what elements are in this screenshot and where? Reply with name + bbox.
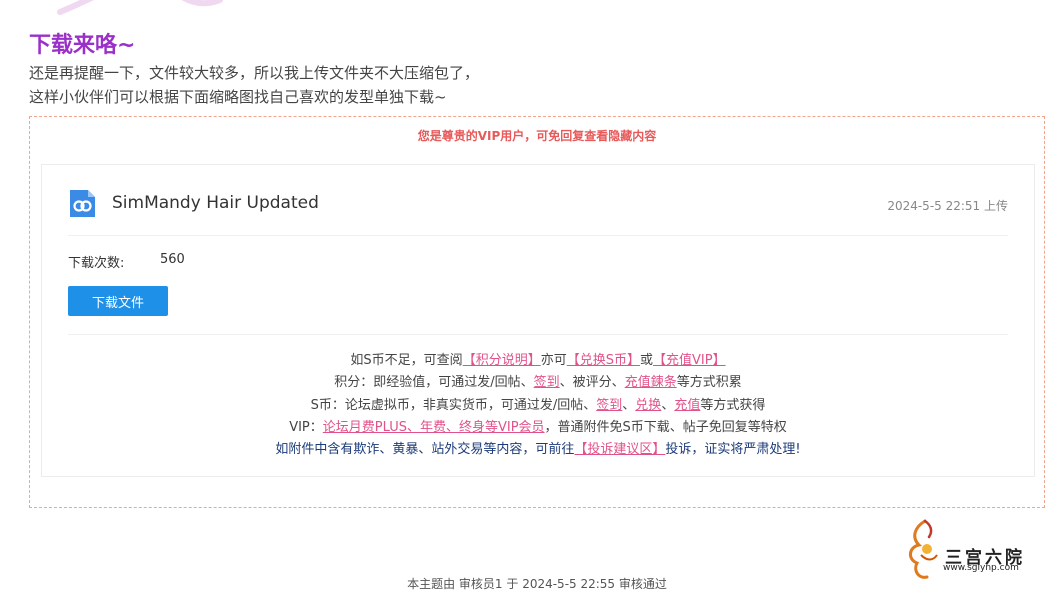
divider xyxy=(68,334,1008,335)
info-text: 等方式积累 xyxy=(676,375,742,390)
vip-plans-link[interactable]: 论坛月费PLUS、年费、终身等VIP会员 xyxy=(323,420,545,435)
info-text: 、被评分、 xyxy=(559,375,625,390)
logo-url: www.sglynp.com xyxy=(943,563,1019,573)
hidden-content-box: 您是尊贵的VIP用户，可免回复查看隐藏内容 SimMandy Hair Upda… xyxy=(29,116,1045,508)
info-text: S币：论坛虚拟币，非真实货币，可通过发/回帖、 xyxy=(310,398,597,413)
info-line-s-coin: 如S币不足，可查阅【积分说明】亦可【兑换S币】或【充值VIP】 xyxy=(42,349,1034,368)
attachment-file-name[interactable]: SimMandy Hair Updated xyxy=(112,193,319,213)
points-guide-link[interactable]: 【积分说明】 xyxy=(463,353,541,368)
divider xyxy=(68,235,1008,236)
decorative-flourish xyxy=(57,0,223,15)
info-text: 或 xyxy=(639,353,653,368)
info-text: 积分：即经验值，可通过发/回帖、 xyxy=(334,375,534,390)
review-status-note: 本主题由 审核员1 于 2024-5-5 22:55 审核通过 xyxy=(407,577,667,591)
info-line-points: 积分：即经验值，可通过发/回帖、签到、被评分、充值鍊条等方式积累 xyxy=(42,371,1034,390)
download-file-button[interactable]: 下载文件 xyxy=(68,286,168,316)
exchange-link[interactable]: 兑换 xyxy=(635,398,661,413)
info-text: 等方式获得 xyxy=(700,398,766,413)
upload-timestamp: 2024-5-5 22:51 上传 xyxy=(887,199,1008,213)
info-text: VIP： xyxy=(289,420,323,435)
recharge-chain-link[interactable]: 充值鍊条 xyxy=(625,375,677,390)
checkin-link[interactable]: 签到 xyxy=(534,375,560,390)
info-text: 、 xyxy=(622,398,636,413)
vip-notice: 您是尊贵的VIP用户，可免回复查看隐藏内容 xyxy=(417,129,657,143)
info-text: 如S币不足，可查阅 xyxy=(350,353,463,368)
recharge-link[interactable]: 充值 xyxy=(674,398,700,413)
info-text: 、 xyxy=(661,398,675,413)
info-text: ，普通附件免S币下载、帖子免回复等特权 xyxy=(544,420,787,435)
cloud-storage-icon xyxy=(70,190,95,217)
complaint-link[interactable]: 【投诉建议区】 xyxy=(574,442,665,457)
site-logo: 三宫六院 www.sglynp.com xyxy=(903,515,1033,583)
attachment-card: SimMandy Hair Updated 2024-5-5 22:51 上传 … xyxy=(41,164,1035,477)
info-text: 投诉，证实将严肃处理! xyxy=(665,442,801,457)
intro-text-line-2: 这样小伙伴们可以根据下面缩略图找自己喜欢的发型单独下载~ xyxy=(29,88,447,106)
intro-text-line-1: 还是再提醒一下，文件较大较多，所以我上传文件夹不大压缩包了， xyxy=(29,64,480,82)
section-title: 下载来咯~ xyxy=(29,33,136,58)
info-line-s-coin-desc: S币：论坛虚拟币，非真实货币，可通过发/回帖、签到、兑换、充值等方式获得 xyxy=(42,394,1034,413)
info-line-complaint: 如附件中含有欺诈、黄暴、站外交易等内容，可前往【投诉建议区】投诉，证实将严肃处理… xyxy=(42,438,1034,457)
download-count-value: 560 xyxy=(160,252,185,267)
info-line-vip: VIP：论坛月费PLUS、年费、终身等VIP会员，普通附件免S币下载、帖子免回复… xyxy=(42,416,1034,435)
info-text: 亦可 xyxy=(540,353,567,368)
exchange-s-coin-link[interactable]: 【兑换S币】 xyxy=(567,353,640,368)
download-count-label: 下载次数: xyxy=(68,256,125,271)
info-text: 如附件中含有欺诈、黄暴、站外交易等内容，可前往 xyxy=(275,442,575,457)
recharge-vip-link[interactable]: 【充值VIP】 xyxy=(653,353,726,368)
phoenix-logo-icon xyxy=(909,519,938,579)
checkin-link[interactable]: 签到 xyxy=(596,398,622,413)
